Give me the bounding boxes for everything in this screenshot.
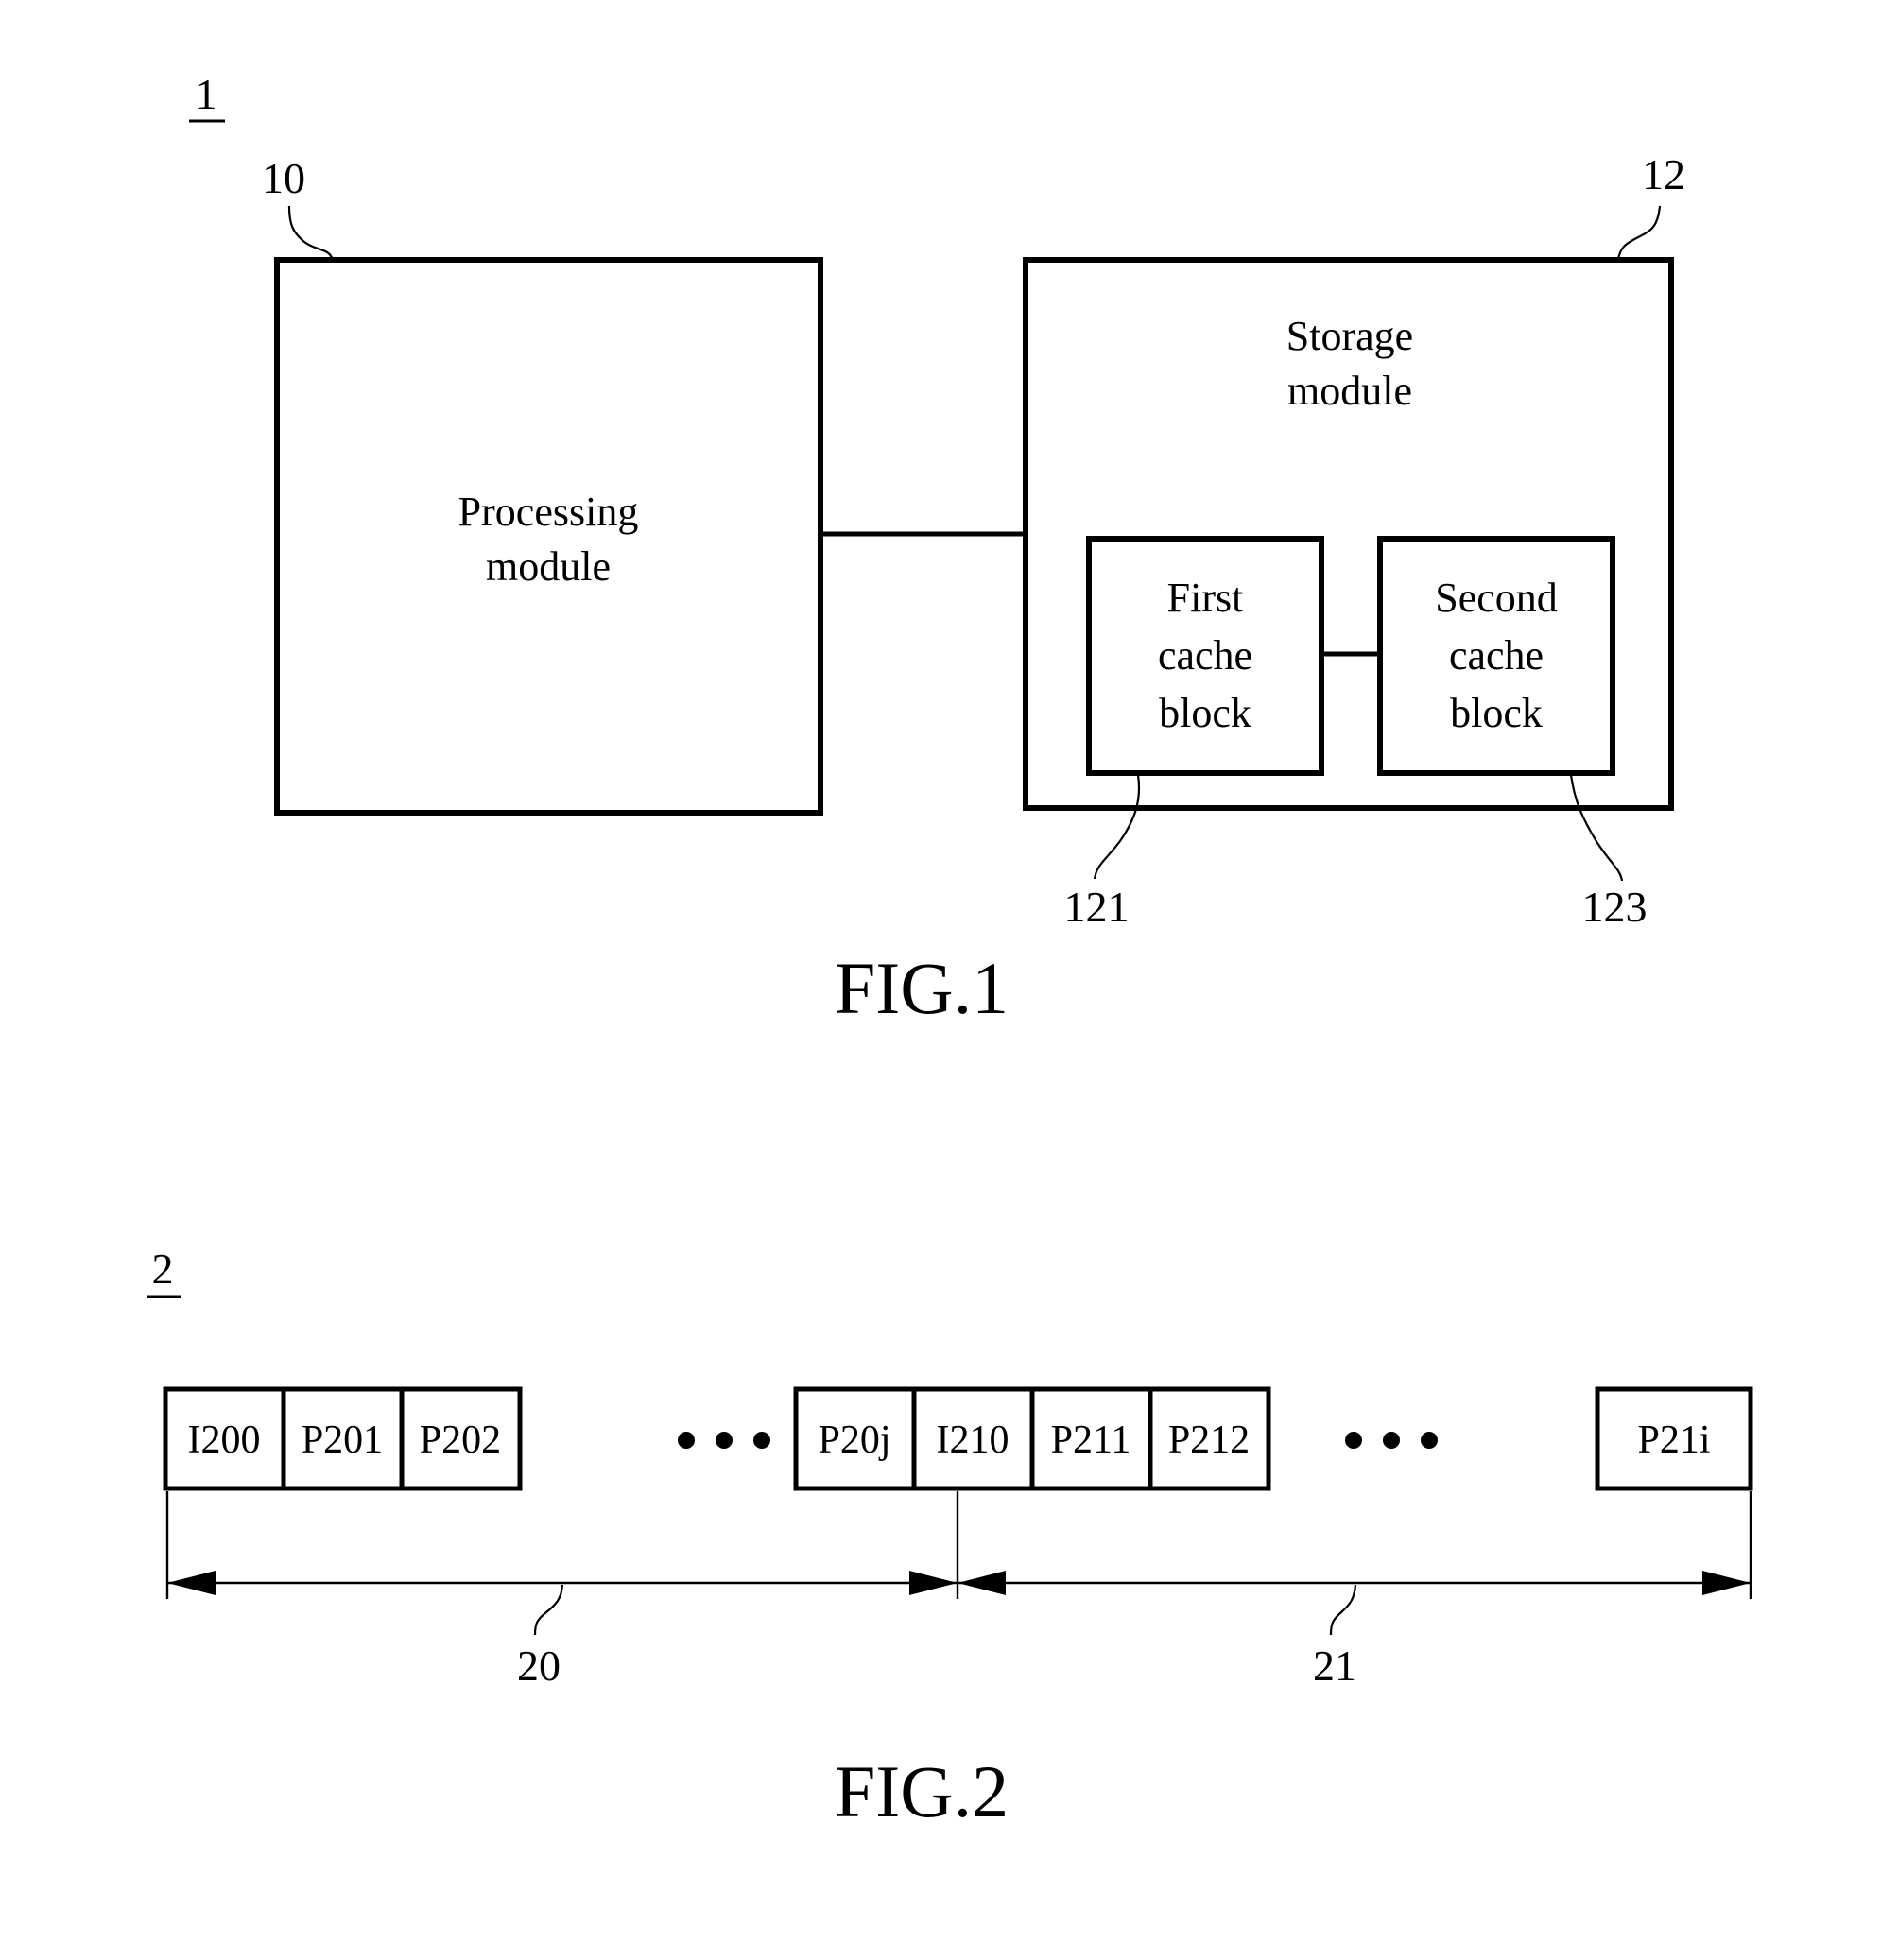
ellipsis-dot-icon [1421,1432,1438,1449]
stream-ref-number: 2 [152,1245,174,1293]
storage-module-leader-line [1616,205,1662,261]
second-cache-block-leader-line [1569,774,1624,882]
system-ref-number: 1 [196,70,217,118]
frame-cell-label: P201 [302,1418,383,1462]
first-cache-block-label-line2: cache [1158,632,1252,679]
ellipsis-dot-icon [1345,1432,1362,1449]
span-20-ref-number: 20 [517,1642,561,1690]
ellipsis-dot-icon [753,1432,770,1449]
processing-module-label-line2: module [486,543,611,590]
processing-module-label-line1: Processing [458,489,639,535]
ellipsis-dot-icon [1383,1432,1400,1449]
storage-module-ref-number: 12 [1642,150,1685,198]
patent-drawing-canvas: 1 10 12 Processing module Storage module… [147,70,1753,1832]
patent-figure-page: 1 10 12 Processing module Storage module… [0,0,1881,1960]
ellipsis-dot-icon [716,1432,733,1449]
second-cache-block-label-line1: Second [1435,575,1558,621]
storage-module-label-line1: Storage [1286,313,1413,359]
frame-cell-label: P202 [420,1418,501,1462]
span-20-leader-line [533,1584,564,1636]
span-21-leader-line [1329,1584,1357,1636]
frame-cell-label: I210 [937,1418,1010,1462]
frame-cell-label: P20j [818,1418,890,1462]
figure2-caption: FIG.2 [835,1750,1009,1832]
frame-cell-label: I200 [188,1418,261,1462]
first-cache-block-ref-number: 121 [1064,883,1130,931]
arrowhead-right-icon [909,1571,958,1595]
second-cache-block-label-line2: cache [1449,632,1544,679]
arrowhead-left-icon [958,1571,1006,1595]
frame-cell-label: P21i [1637,1418,1710,1462]
storage-module-label-line2: module [1287,368,1412,414]
second-cache-block-label-line3: block [1450,690,1543,736]
first-cache-block-label-line1: First [1167,575,1244,621]
processing-module-box [274,257,823,816]
second-cache-block-ref-number: 123 [1582,883,1648,931]
frame-cell-label: P212 [1168,1418,1250,1462]
arrowhead-right-icon [1702,1571,1751,1595]
arrowhead-left-icon [167,1571,216,1595]
frame-cell-label: P211 [1051,1418,1131,1462]
span-21-ref-number: 21 [1313,1642,1356,1690]
first-cache-block-leader-line [1093,774,1141,880]
ellipsis-dot-icon [678,1432,695,1449]
processing-module-leader-line [287,205,335,261]
processing-module-ref-number: 10 [262,154,305,202]
figure1-caption: FIG.1 [835,947,1009,1029]
first-cache-block-label-line3: block [1159,690,1251,736]
